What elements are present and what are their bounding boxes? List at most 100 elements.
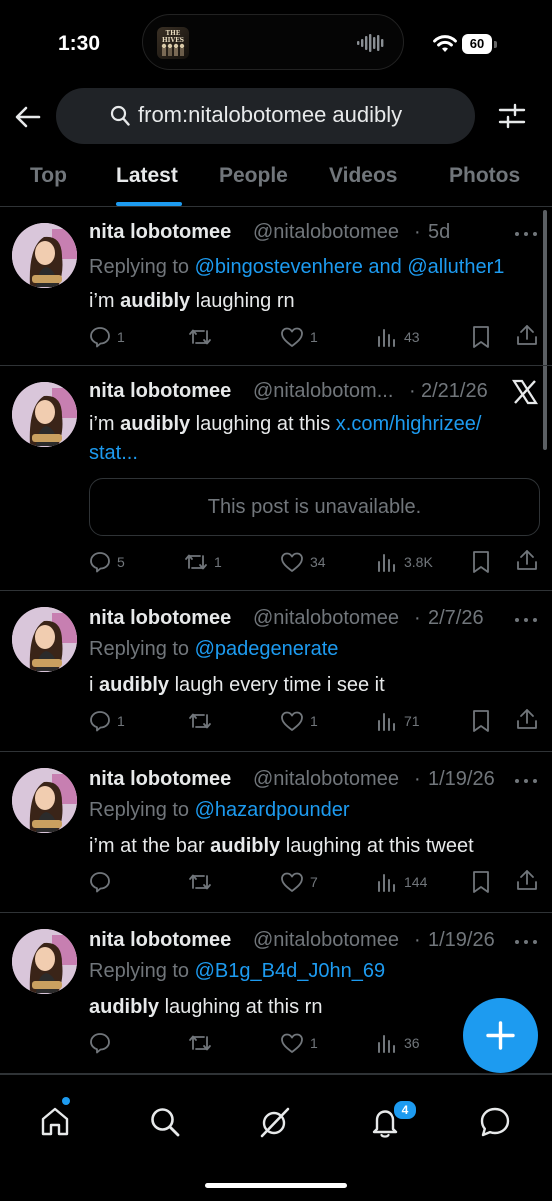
repost-button[interactable]: 1	[184, 548, 222, 576]
home-unread-dot	[62, 1097, 70, 1105]
x-logo-icon	[511, 379, 539, 405]
tab-videos[interactable]: Videos	[329, 164, 397, 188]
bookmark-icon[interactable]	[471, 550, 491, 574]
avatar[interactable]	[12, 768, 77, 833]
tab-latest[interactable]: Latest	[116, 164, 178, 188]
battery-level: 60	[462, 34, 492, 54]
display-name[interactable]: nita lobotomee	[89, 380, 231, 403]
grok-icon[interactable]	[258, 1105, 292, 1139]
handle[interactable]: @nitalobotomee	[253, 607, 399, 630]
reply-button[interactable]: 1	[89, 707, 125, 735]
home-icon[interactable]	[38, 1105, 72, 1139]
tab-photos[interactable]: Photos	[449, 164, 520, 188]
reply-count: 5	[117, 554, 125, 570]
timestamp[interactable]: 5d	[428, 221, 450, 244]
more-options-icon[interactable]	[514, 617, 538, 623]
avatar[interactable]	[12, 223, 77, 288]
reply-button[interactable]	[89, 1029, 117, 1057]
repost-button[interactable]	[188, 1029, 218, 1057]
like-button[interactable]: 1	[280, 707, 318, 735]
active-tab-indicator	[116, 202, 182, 206]
text-part: i’m at the bar	[89, 835, 211, 857]
back-arrow-icon[interactable]	[14, 103, 42, 131]
tab-people[interactable]: People	[219, 164, 288, 188]
reply-icon	[90, 327, 110, 348]
repost-button[interactable]	[188, 707, 218, 735]
bottom-navigation: 4	[0, 1074, 552, 1201]
share-icon[interactable]	[516, 868, 538, 892]
repost-button[interactable]	[188, 323, 218, 351]
text-part: laughing rn	[190, 290, 295, 312]
views-button[interactable]: 144	[376, 868, 427, 896]
share-icon[interactable]	[516, 548, 538, 572]
views-button[interactable]: 36	[376, 1029, 420, 1057]
unavailable-quote-card: This post is unavailable.	[89, 478, 540, 536]
handle[interactable]: @nitalobotomee	[253, 929, 399, 952]
mention-link[interactable]: @bingostevenhere	[195, 256, 363, 278]
bookmark-icon[interactable]	[471, 870, 491, 894]
more-options-icon[interactable]	[514, 231, 538, 237]
display-name[interactable]: nita lobotomee	[89, 768, 231, 791]
text-highlight: audibly	[120, 413, 191, 435]
timestamp[interactable]: 2/7/26	[428, 607, 484, 630]
share-icon[interactable]	[516, 323, 538, 347]
tweet[interactable]: nita lobotomee @nitalobotomee · 1/19/26 …	[0, 752, 552, 913]
compose-post-button[interactable]	[463, 998, 538, 1073]
tweet[interactable]: nita lobotomee @nitalobotom... · 2/21/26…	[0, 366, 552, 591]
mention-link[interactable]: @padegenerate	[195, 638, 339, 660]
more-options-icon[interactable]	[514, 939, 538, 945]
display-name[interactable]: nita lobotomee	[89, 221, 231, 244]
handle[interactable]: @nitalobotomee	[253, 768, 399, 791]
avatar[interactable]	[12, 607, 77, 672]
share-icon[interactable]	[516, 707, 538, 731]
timestamp[interactable]: 2/21/26	[421, 380, 488, 403]
display-name[interactable]: nita lobotomee	[89, 929, 231, 952]
tweet-text-line2: stat...	[89, 439, 138, 467]
views-button[interactable]: 71	[376, 707, 420, 735]
tweet[interactable]: nita lobotomee @nitalobotomee · 5d Reply…	[0, 207, 552, 366]
avatar[interactable]	[12, 382, 77, 447]
search-tabs: Top Latest People Videos Photos	[0, 150, 552, 207]
view-count: 43	[404, 329, 420, 345]
chat-icon[interactable]	[478, 1105, 512, 1139]
tab-top[interactable]: Top	[30, 164, 67, 188]
reply-button[interactable]: 5	[89, 548, 125, 576]
bookmark-icon[interactable]	[471, 709, 491, 733]
bookmark-icon[interactable]	[471, 325, 491, 349]
like-button[interactable]: 1	[280, 323, 318, 351]
reply-button[interactable]	[89, 868, 117, 896]
search-settings-icon[interactable]	[498, 102, 526, 130]
more-options-icon[interactable]	[514, 778, 538, 784]
like-button[interactable]: 34	[280, 548, 326, 576]
replying-and[interactable]: and	[368, 256, 401, 278]
timestamp[interactable]: 1/19/26	[428, 929, 495, 952]
like-button[interactable]: 1	[280, 1029, 318, 1057]
url-link[interactable]: x.com/highrizee/	[336, 413, 482, 435]
timestamp[interactable]: 1/19/26	[428, 768, 495, 791]
like-button[interactable]: 7	[280, 868, 318, 896]
avatar-illustration-icon	[12, 607, 77, 672]
reply-button[interactable]: 1	[89, 323, 125, 351]
search-query: from:nitalobotomee audibly	[138, 102, 403, 127]
views-button[interactable]: 43	[376, 323, 420, 351]
url-link[interactable]: stat...	[89, 442, 138, 464]
repost-button[interactable]	[188, 868, 218, 896]
text-highlight: audibly	[210, 835, 281, 857]
replying-to-label: Replying to	[89, 799, 190, 821]
mention-link[interactable]: @alluther1	[407, 256, 504, 278]
dynamic-island[interactable]: THE HIVES	[142, 14, 404, 70]
search-icon[interactable]	[148, 1105, 182, 1139]
avatar[interactable]	[12, 929, 77, 994]
mention-link[interactable]: @hazardpounder	[195, 799, 350, 821]
display-name[interactable]: nita lobotomee	[89, 607, 231, 630]
handle[interactable]: @nitalobotom...	[253, 380, 393, 403]
search-input[interactable]: from:nitalobotomee audibly	[56, 88, 475, 144]
mention-link[interactable]: @B1g_B4d_J0hn_69	[195, 960, 385, 982]
tweet[interactable]: nita lobotomee @nitalobotomee · 2/7/26 R…	[0, 591, 552, 752]
repost-icon	[189, 329, 211, 345]
home-indicator[interactable]	[205, 1183, 347, 1188]
reply-icon	[90, 552, 110, 573]
views-button[interactable]: 3.8K	[376, 548, 433, 576]
handle[interactable]: @nitalobotomee	[253, 221, 399, 244]
timestamp-separator: ·	[409, 380, 416, 402]
